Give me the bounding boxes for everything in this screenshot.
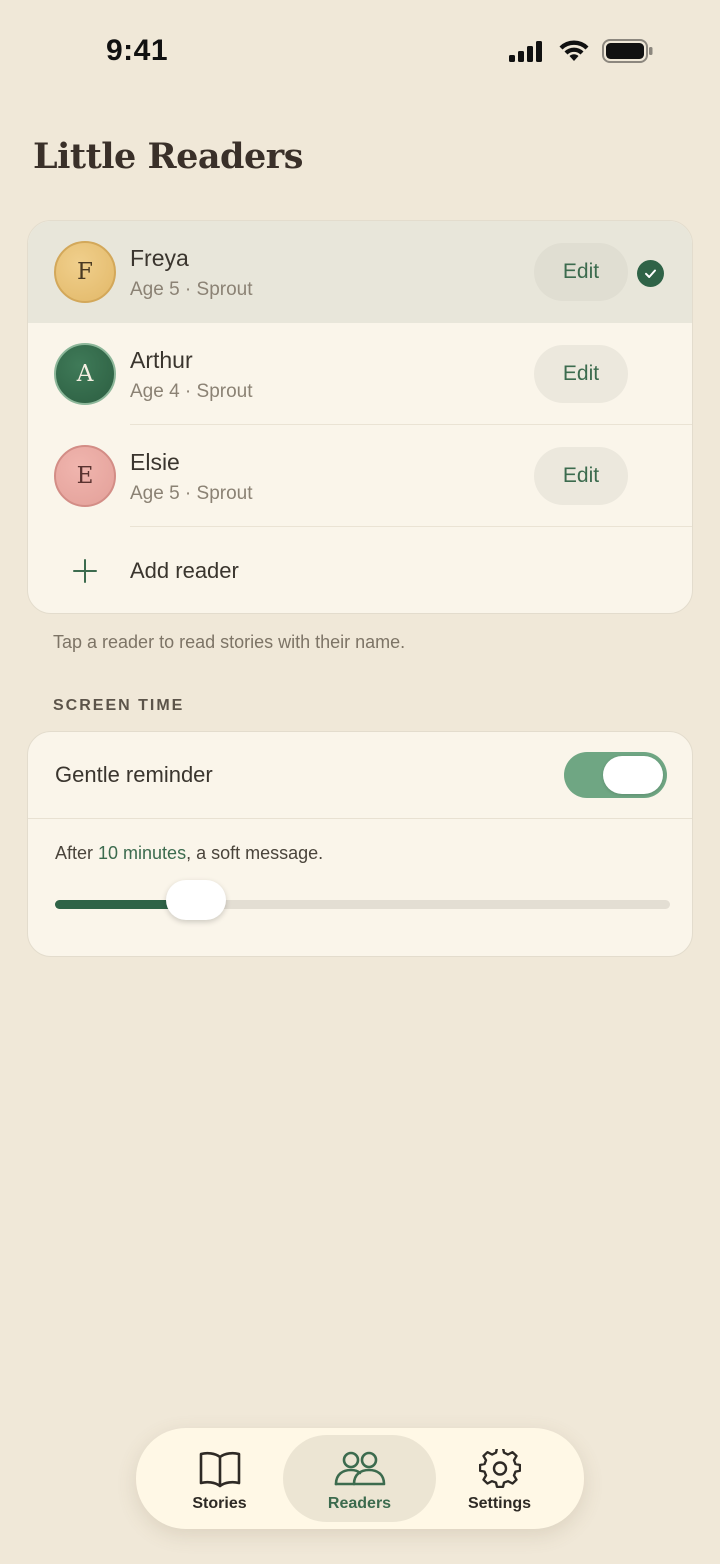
avatar: F xyxy=(54,241,116,303)
reader-name: Arthur xyxy=(130,347,193,373)
tab-settings[interactable]: Settings xyxy=(423,1435,576,1522)
after-value: 10 minutes xyxy=(98,843,187,863)
reader-row-freya[interactable]: F Freya Age 5 · Sprout Edit xyxy=(28,221,692,323)
reader-subtitle: Age 4 · Sprout xyxy=(130,381,253,402)
wifi-icon xyxy=(559,40,589,61)
avatar: A xyxy=(54,343,116,405)
reader-row-elsie[interactable]: E Elsie Age 5 · Sprout Edit xyxy=(28,425,692,527)
after-prefix: After xyxy=(55,843,99,863)
slider-thumb[interactable] xyxy=(166,880,227,920)
reader-name: Freya xyxy=(130,245,189,271)
edit-button[interactable]: Edit xyxy=(534,345,628,403)
add-reader-label: Add reader xyxy=(130,558,239,583)
tab-readers[interactable]: Readers xyxy=(283,1435,436,1522)
toggle-knob xyxy=(603,756,663,794)
tab-stories[interactable]: Stories xyxy=(143,1435,296,1522)
add-reader-button[interactable]: Add reader xyxy=(28,527,692,613)
section-label-screen-time: SCREEN TIME xyxy=(53,697,185,714)
plus-icon xyxy=(73,559,97,583)
tab-bar: Stories Readers Settings xyxy=(136,1428,584,1529)
gentle-reminder-row: Gentle reminder xyxy=(28,732,692,819)
gentle-reminder-label: Gentle reminder xyxy=(55,762,213,787)
book-icon xyxy=(199,1451,240,1488)
screen-time-card: Gentle reminder After 10 minutes, a soft… xyxy=(27,731,693,957)
page-title: Little Readers xyxy=(33,136,303,177)
gear-icon xyxy=(478,1449,521,1488)
reader-row-arthur[interactable]: A Arthur Age 4 · Sprout Edit xyxy=(28,323,692,425)
reminder-description: After 10 minutes, a soft message. xyxy=(55,843,323,864)
reader-subtitle: Age 5 · Sprout xyxy=(130,279,253,300)
tab-label: Readers xyxy=(327,1495,392,1512)
people-icon xyxy=(334,1451,385,1486)
avatar: E xyxy=(54,445,116,507)
screen: 9:41 Little Readers F Freya Age 5 · Spro… xyxy=(0,0,720,1564)
checkmark-icon xyxy=(637,260,664,287)
battery-icon xyxy=(602,39,653,63)
reader-name: Elsie xyxy=(130,449,180,475)
edit-button[interactable]: Edit xyxy=(534,243,628,301)
tab-label: Stories xyxy=(192,1495,247,1512)
helper-text: Tap a reader to read stories with their … xyxy=(53,632,406,652)
after-suffix: , a soft message. xyxy=(186,843,324,863)
tab-label: Settings xyxy=(467,1495,532,1512)
reader-subtitle: Age 5 · Sprout xyxy=(130,483,253,504)
status-time: 9:41 xyxy=(106,34,169,67)
reminder-slider[interactable] xyxy=(55,880,670,920)
signal-icon xyxy=(509,41,542,62)
gentle-reminder-toggle[interactable] xyxy=(564,752,667,798)
status-icons xyxy=(508,38,654,64)
readers-card: F Freya Age 5 · Sprout Edit A Arthur Age… xyxy=(27,220,693,614)
edit-button[interactable]: Edit xyxy=(534,447,628,505)
